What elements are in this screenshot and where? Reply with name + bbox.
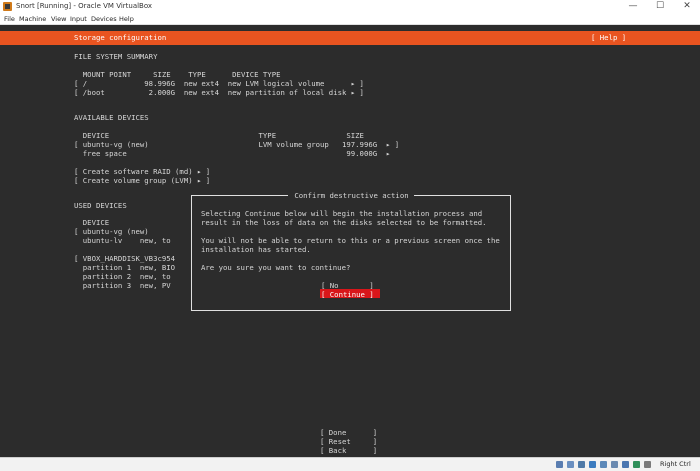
back-button[interactable]: [ Back ] [320,446,377,455]
used-row[interactable]: [ VBOX_HARDDISK_VB3c954 [74,254,175,263]
virtualbox-app-icon [3,2,12,11]
menu-file[interactable]: File [4,14,15,24]
host-key-label: Right Ctrl [660,460,691,468]
dialog-message-line: You will not be able to return to this o… [201,236,500,245]
fs-row-boot[interactable]: [ /boot 2.000G new ext4 new partition of… [74,88,364,97]
fs-summary-header: MOUNT POINT SIZE TYPE DEVICE TYPE [74,70,281,79]
used-row[interactable]: partition 3 new, PV [74,281,171,290]
window-title: Snort [Running] - Oracle VM VirtualBox [16,2,153,10]
maximize-button[interactable]: ☐ [649,0,671,13]
display-icon[interactable] [622,461,629,468]
dialog-message-line: installation has started. [201,245,311,254]
used-row[interactable]: ubuntu-lv new, to [74,236,171,245]
hard-disk-icon[interactable] [556,461,563,468]
used-row[interactable]: partition 2 new, to [74,272,171,281]
usb-icon[interactable] [600,461,607,468]
network-icon[interactable] [589,461,596,468]
available-devices-header: DEVICE TYPE SIZE [74,131,364,140]
help-button[interactable]: [ Help ] [591,33,626,42]
available-devices-title: AVAILABLE DEVICES [74,113,149,122]
menu-help[interactable]: Help [119,14,134,24]
dialog-message-line: Selecting Continue below will begin the … [201,209,483,218]
create-raid-button[interactable]: [ Create software RAID (md) ▸ ] [74,167,210,176]
fs-row-root[interactable]: [ / 98.996G new ext4 new LVM logical vol… [74,79,364,88]
recording-icon[interactable] [633,461,640,468]
menu-input[interactable]: Input [70,14,87,24]
vm-statusbar: Right Ctrl [0,457,700,471]
close-button[interactable]: ✕ [676,0,698,13]
header-bar: Storage configuration [ Help ] [0,31,700,45]
used-devices-header: DEVICE [74,218,110,227]
dialog-title: Confirm destructive action [290,191,414,200]
reset-button[interactable]: [ Reset ] [320,437,377,446]
vm-screen[interactable]: Storage configuration [ Help ] FILE SYST… [0,25,700,457]
menu-view[interactable]: View [51,14,66,24]
dialog-message-line: result in the loss of data on the disks … [201,218,487,227]
done-button[interactable]: [ Done ] [320,428,377,437]
menu-machine[interactable]: Machine [19,14,46,24]
cpu-icon[interactable] [644,461,651,468]
shared-folders-icon[interactable] [611,461,618,468]
used-devices-title: USED DEVICES [74,201,127,210]
minimize-button[interactable]: — [622,0,644,13]
page-title: Storage configuration [74,33,167,42]
create-vg-button[interactable]: [ Create volume group (LVM) ▸ ] [74,176,210,185]
used-row[interactable]: [ ubuntu-vg (new) [74,227,149,236]
optical-drive-icon[interactable] [567,461,574,468]
menubar: File Machine View Input Devices Help [0,13,700,25]
fs-summary-title: FILE SYSTEM SUMMARY [74,52,158,61]
continue-button[interactable]: [ Continue ] [321,290,374,299]
available-row-free-space[interactable]: free space 99.000G ▸ [74,149,391,158]
audio-icon[interactable] [578,461,585,468]
available-row-ubuntu-vg[interactable]: [ ubuntu-vg (new) LVM volume group 197.9… [74,140,399,149]
window-titlebar: Snort [Running] - Oracle VM VirtualBox —… [0,0,700,13]
used-row[interactable]: partition 1 new, BIO [74,263,175,272]
dialog-question: Are you sure you want to continue? [201,263,351,272]
menu-devices[interactable]: Devices [91,14,117,24]
confirm-dialog: Confirm destructive action Selecting Con… [191,191,511,311]
